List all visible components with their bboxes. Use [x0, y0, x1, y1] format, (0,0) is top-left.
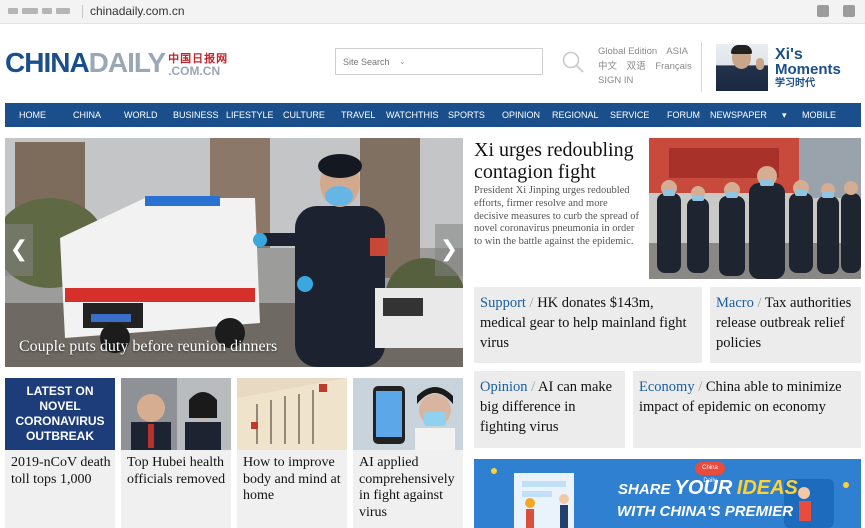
banner-ideas: IDEAS [736, 477, 798, 499]
xi-moments-line1: Xi's [775, 46, 803, 63]
search-icon[interactable] [561, 50, 585, 74]
nav-business[interactable]: BUSINESS [173, 103, 219, 127]
site-logo[interactable]: CHINA DAILY 中国日报网 .COM.CN [5, 47, 228, 78]
url-text[interactable]: chinadaily.com.cn [90, 4, 185, 18]
headline-title[interactable]: Xi urges redoubling contagion fight [474, 139, 644, 183]
site-search-box[interactable]: ⌄ [335, 48, 543, 75]
card-coronavirus[interactable]: LATEST ON NOVEL CORONAVIRUS OUTBREAK 201… [5, 378, 115, 528]
card-thumbnail[interactable] [353, 378, 463, 450]
browser-address-bar: chinadaily.com.cn [0, 0, 865, 24]
hero-caption[interactable]: Couple puts duty before reunion dinners [19, 338, 277, 356]
nav-china[interactable]: CHINA [73, 103, 101, 127]
card-headline[interactable]: Top Hubei health officials removed [127, 455, 227, 488]
news-box-macro[interactable]: Macro / Tax authorities release outbreak… [710, 287, 861, 363]
extension-icon[interactable] [843, 5, 855, 17]
header-divider [701, 42, 702, 92]
logo-chinese: 中国日报网 .COM.CN [168, 53, 228, 78]
sign-in-link[interactable]: SIGN IN [598, 75, 633, 86]
headline-photo[interactable] [649, 138, 861, 279]
nav-mobile[interactable]: MOBILE [802, 103, 836, 127]
headline-summary: President Xi Jinping urges redoubled eff… [474, 185, 640, 248]
card-body-mind[interactable]: How to improve body and mind at home [237, 378, 347, 528]
share-ideas-banner[interactable]: China Daily SHARE YOUR IDEAS WITH CHINA'S… [474, 459, 861, 528]
asia-edition-link[interactable]: ASIA [666, 46, 688, 57]
news-box-opinion[interactable]: Opinion / AI can make big difference in … [474, 371, 625, 448]
nav-world[interactable]: WORLD [124, 103, 158, 127]
news-box-support[interactable]: Support / HK donates $143m, medical gear… [474, 287, 702, 363]
nav-regional[interactable]: REGIONAL [552, 103, 599, 127]
category-label[interactable]: Opinion [480, 379, 528, 395]
nav-watchthis[interactable]: WATCHTHIS [386, 103, 439, 127]
search-input[interactable] [336, 49, 542, 74]
nav-forum[interactable]: FORUM [667, 103, 700, 127]
slider-prev-button[interactable]: ❮ [5, 224, 33, 276]
nav-service[interactable]: SERVICE [610, 103, 649, 127]
card-thumbnail[interactable]: LATEST ON NOVEL CORONAVIRUS OUTBREAK [5, 378, 115, 450]
nav-travel[interactable]: TRAVEL [341, 103, 375, 127]
nav-sports[interactable]: SPORTS [448, 103, 485, 127]
card-hubei[interactable]: Top Hubei health officials removed [121, 378, 231, 528]
nav-opinion[interactable]: OPINION [502, 103, 540, 127]
banner-headline: SHARE YOUR IDEAS [618, 477, 798, 500]
banner-your: YOUR [674, 477, 733, 499]
hero-photo [5, 138, 463, 367]
card-ai[interactable]: AI applied comprehensively in fight agai… [353, 378, 463, 528]
url-separator [82, 5, 83, 18]
logo-china: CHINA [5, 47, 90, 78]
logo-domain: .COM.CN [168, 64, 221, 78]
card-headline[interactable]: How to improve body and mind at home [243, 455, 343, 505]
edition-menu: Global Edition ASIA 中文 双语 Français SIGN … [598, 45, 699, 89]
bilingual-link[interactable]: 双语 [627, 61, 646, 72]
french-link[interactable]: Français [655, 61, 691, 72]
category-label[interactable]: Economy [639, 379, 695, 395]
card-headline[interactable]: AI applied comprehensively in fight agai… [359, 455, 459, 521]
nav-home[interactable]: HOME [19, 103, 46, 127]
card-thumbnail[interactable] [237, 378, 347, 450]
global-edition-link[interactable]: Global Edition [598, 46, 657, 57]
logo-daily: DAILY [88, 47, 166, 78]
nav-lifestyle[interactable]: LIFESTYLE [226, 103, 274, 127]
nav-newspaper[interactable]: NEWSPAPER [710, 103, 767, 127]
category-label[interactable]: Macro [716, 295, 754, 311]
chevron-down-icon[interactable]: ⌄ [399, 57, 406, 66]
hero-slider[interactable]: ❮ ❯ Couple puts duty before reunion dinn… [5, 138, 463, 367]
card-thumbnail[interactable] [121, 378, 231, 450]
category-label[interactable]: Support [480, 295, 526, 311]
nav-culture[interactable]: CULTURE [283, 103, 325, 127]
card-headline[interactable]: 2019-nCoV death toll tops 1,000 [11, 455, 111, 488]
main-navigation: HOME CHINA WORLD BUSINESS LIFESTYLE CULT… [5, 103, 861, 127]
banner-subline: WITH CHINA'S PREMIER [617, 503, 794, 520]
slider-next-button[interactable]: ❯ [435, 224, 463, 276]
nav-more-dropdown[interactable]: ▾ [782, 103, 787, 127]
xi-moments-line2: Moments [775, 61, 841, 78]
browser-extension-icons [817, 5, 855, 17]
extension-icon[interactable] [817, 5, 829, 17]
chinese-link[interactable]: 中文 [598, 61, 617, 72]
thumb-title: LATEST ON NOVEL CORONAVIRUS OUTBREAK [15, 384, 105, 443]
xi-moments-link[interactable]: Xi's Moments 学习时代 [775, 47, 841, 90]
blurred-tab-icons [8, 8, 70, 14]
banner-badge: China Daily [695, 462, 725, 484]
news-box-economy[interactable]: Economy / China able to minimize impact … [633, 371, 861, 448]
xi-moments-line3: 学习时代 [775, 78, 815, 89]
xi-moments-photo[interactable] [716, 44, 768, 91]
banner-share: SHARE [618, 481, 671, 498]
